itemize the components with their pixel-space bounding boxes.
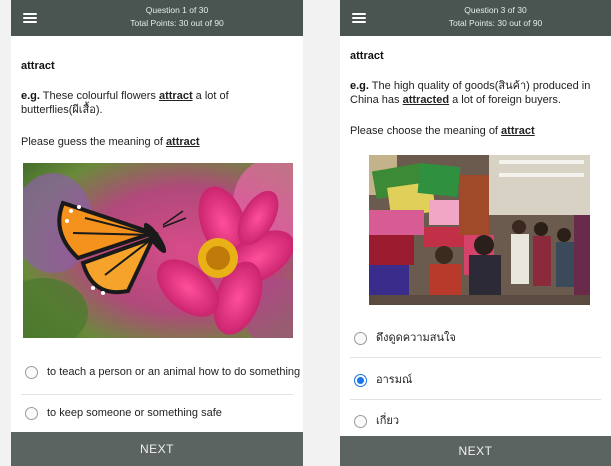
prompt-word: attract [501, 125, 535, 137]
question-prompt: Please choose the meaning of attract [350, 125, 535, 137]
header-info: Question 1 of 30 Total Points: 30 out of… [51, 4, 303, 30]
example-text-after: a lot of foreign buyers. [449, 94, 561, 106]
butterfly-image [23, 163, 293, 338]
market-image [369, 155, 590, 305]
example-text-before: These colourful flowers [39, 90, 159, 102]
option-label: to keep someone or something safe [47, 406, 222, 419]
total-points: Total Points: 30 out of 90 [130, 18, 224, 28]
answer-option-3[interactable]: เกี่ยว [340, 413, 611, 429]
answer-option-2[interactable]: อารมณ์ [340, 372, 611, 388]
option-divider [21, 394, 293, 395]
example-sentence: e.g. The high quality of goods(สินค้า) p… [350, 79, 605, 107]
header-bar: Question 1 of 30 Total Points: 30 out of… [11, 0, 303, 36]
quiz-screen-2: Question 3 of 30 Total Points: 30 out of… [340, 0, 611, 466]
option-label: to teach a person or an animal how to do… [47, 365, 301, 378]
header-info: Question 3 of 30 Total Points: 30 out of… [380, 4, 611, 30]
menu-icon[interactable] [23, 13, 37, 23]
answer-option-2[interactable]: to keep someone or something safe [11, 404, 303, 422]
option-label: อารมณ์ [376, 373, 413, 386]
radio-button-selected[interactable] [354, 373, 367, 387]
header-bar: Question 3 of 30 Total Points: 30 out of… [340, 0, 611, 36]
prompt-text: Please choose the meaning of [350, 125, 502, 137]
prompt-word: attract [165, 136, 200, 148]
option-label: เกี่ยว [376, 414, 400, 427]
example-highlight: attracted [402, 94, 450, 106]
vocab-word: attract [350, 50, 384, 62]
option-label: ดึงดูดความสนใจ [376, 331, 456, 344]
question-counter: Question 3 of 30 [464, 5, 527, 15]
next-button[interactable]: NEXT [340, 436, 611, 466]
example-sentence: e.g. These colourful flowers attract a l… [21, 89, 271, 117]
total-points: Total Points: 30 out of 90 [448, 18, 543, 28]
radio-button[interactable] [25, 406, 38, 420]
option-divider [350, 357, 601, 358]
vocab-word: attract [21, 60, 55, 72]
answer-option-1[interactable]: ดึงดูดความสนใจ [340, 330, 611, 346]
next-button[interactable]: NEXT [11, 432, 303, 466]
radio-button[interactable] [25, 365, 38, 379]
option-divider [350, 399, 601, 400]
quiz-screen-1: Question 1 of 30 Total Points: 30 out of… [11, 0, 303, 466]
question-counter: Question 1 of 30 [145, 5, 209, 15]
menu-icon[interactable] [352, 13, 366, 23]
question-prompt: Please guess the meaning of attract [21, 136, 200, 148]
example-prefix: e.g. [350, 80, 369, 92]
example-prefix: e.g. [21, 90, 40, 102]
answer-option-1[interactable]: to teach a person or an animal how to do… [11, 357, 303, 387]
radio-button[interactable] [354, 331, 367, 345]
example-highlight: attract [158, 90, 193, 102]
radio-button[interactable] [354, 414, 367, 428]
prompt-text: Please guess the meaning of [21, 136, 166, 148]
